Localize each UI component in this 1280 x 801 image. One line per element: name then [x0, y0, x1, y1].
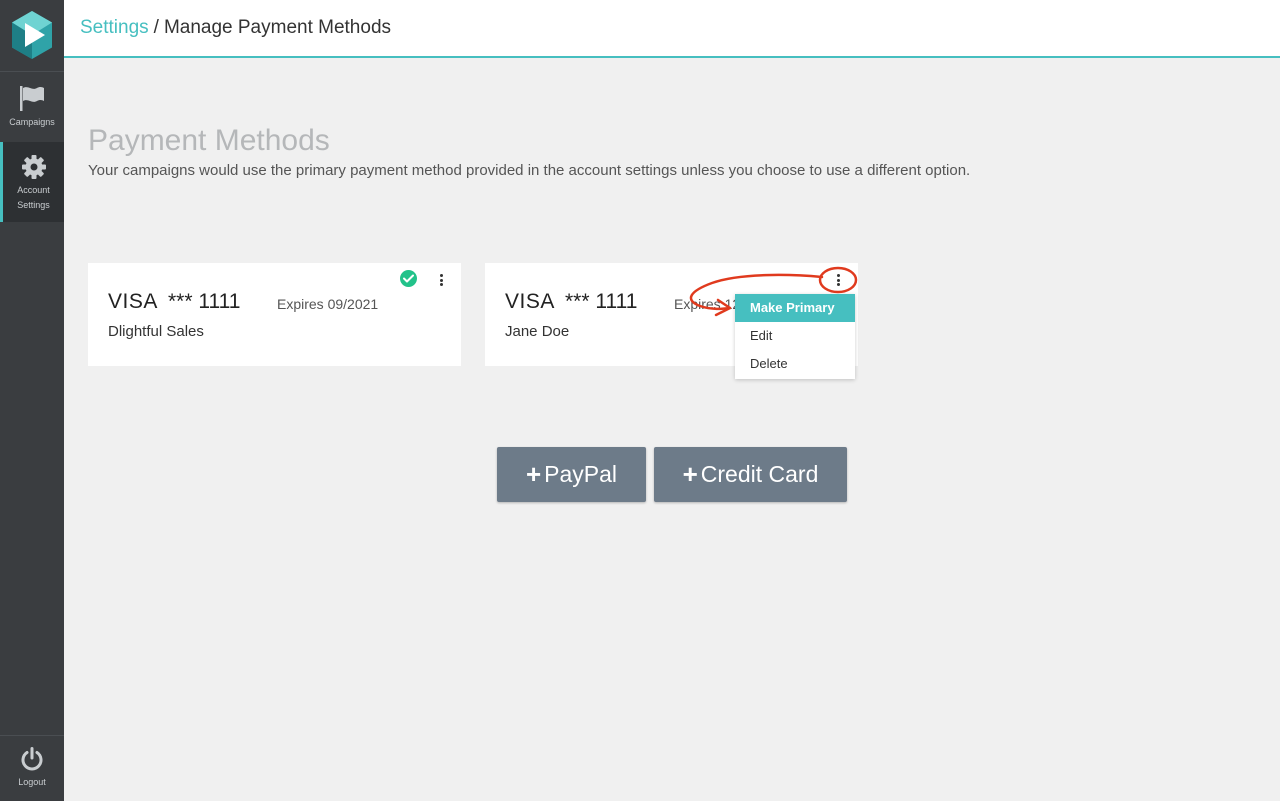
logout-button[interactable]: Logout — [0, 735, 64, 801]
flag-icon — [20, 86, 44, 111]
card-brand: VISA — [108, 290, 158, 313]
card-number: *** 1111 — [168, 290, 241, 313]
card-holder: Jane Doe — [505, 323, 570, 340]
primary-check-icon — [400, 270, 417, 287]
sidebar-item-account-settings[interactable]: Account Settings — [0, 142, 64, 222]
page-description: Your campaigns would use the primary pay… — [88, 162, 971, 179]
add-paypal-label: PayPal — [544, 461, 618, 487]
menu-item-edit[interactable]: Edit — [735, 322, 855, 350]
plus-icon: + — [682, 459, 698, 489]
card-expiry: Expires 12 — [674, 296, 741, 312]
breadcrumb-settings-link[interactable]: Settings — [80, 17, 149, 39]
sidebar-item-label-line1: Account — [17, 185, 50, 195]
sidebar-item-campaigns[interactable]: Campaigns — [0, 72, 64, 142]
menu-item-make-primary[interactable]: Make Primary — [735, 294, 855, 322]
payment-card: VISA *** 1111 Expires 09/2021 Dlightful … — [88, 263, 461, 366]
breadcrumb-separator: / — [153, 17, 159, 38]
card-expiry: Expires 09/2021 — [277, 296, 379, 312]
logout-label: Logout — [18, 777, 46, 787]
card-options-menu: Make Primary Edit Delete — [735, 294, 855, 379]
sidebar-item-label: Campaigns — [9, 117, 55, 127]
more-options-icon[interactable] — [435, 273, 447, 287]
add-credit-card-label: Credit Card — [700, 461, 819, 487]
page-title: Payment Methods — [88, 124, 330, 157]
card-brand: VISA — [505, 290, 555, 313]
power-icon — [21, 747, 43, 771]
breadcrumb-current: Manage Payment Methods — [163, 17, 392, 38]
gear-icon — [21, 155, 46, 179]
plus-icon: + — [525, 459, 542, 489]
add-paypal-button[interactable]: + PayPal — [497, 447, 646, 502]
sidebar-item-label: Account Settings — [17, 183, 50, 213]
sidebar-item-label-line2: Settings — [17, 200, 50, 210]
more-options-icon[interactable] — [832, 273, 844, 287]
sidebar: Campaigns Account Settings Logout — [0, 0, 64, 801]
menu-item-delete[interactable]: Delete — [735, 350, 855, 378]
card-number: *** 1111 — [565, 290, 638, 313]
annotation-arrow — [689, 266, 858, 317]
add-credit-card-button[interactable]: + Credit Card — [654, 447, 847, 502]
card-holder: Dlightful Sales — [108, 323, 204, 340]
top-header: Settings / Manage Payment Methods — [64, 0, 1280, 58]
app-logo[interactable] — [0, 0, 64, 70]
logo-icon — [12, 11, 52, 59]
